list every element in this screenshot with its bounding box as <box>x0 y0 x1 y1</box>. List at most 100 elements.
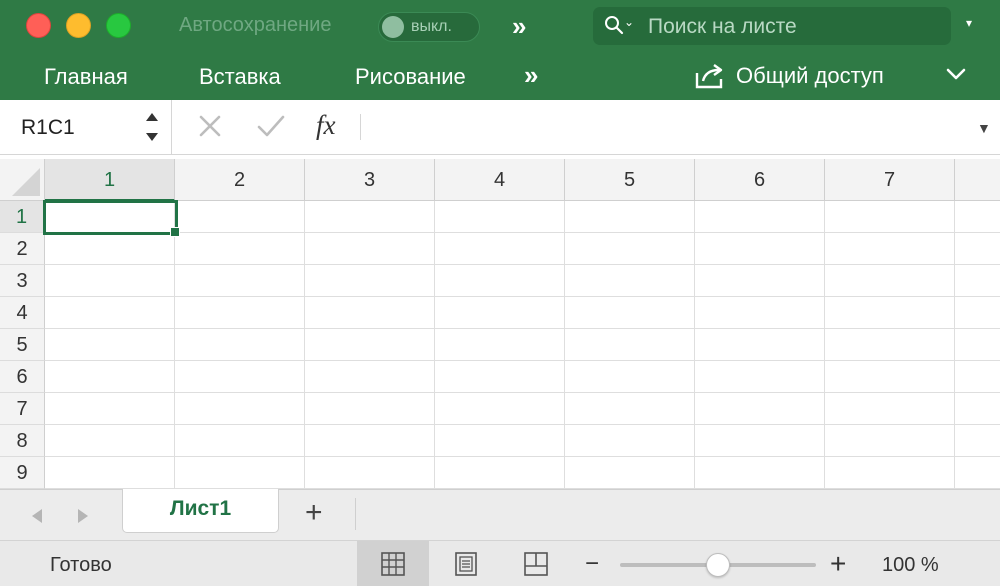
grid-cell[interactable] <box>175 265 305 297</box>
column-header[interactable]: 5 <box>565 159 695 201</box>
page-layout-view-button[interactable] <box>430 541 502 586</box>
grid-cell[interactable] <box>565 297 695 329</box>
grid-cell[interactable] <box>695 233 825 265</box>
grid-cell[interactable] <box>955 265 1000 297</box>
row-header[interactable]: 5 <box>0 329 45 361</box>
more-commands-button[interactable]: » <box>512 11 527 42</box>
grid-cell[interactable] <box>955 233 1000 265</box>
grid-cell[interactable] <box>175 425 305 457</box>
row-header[interactable]: 3 <box>0 265 45 297</box>
grid-cell[interactable] <box>435 297 565 329</box>
formula-input[interactable] <box>372 108 962 146</box>
grid-cell[interactable] <box>695 329 825 361</box>
search-input[interactable]: Поиск на листе <box>648 15 797 39</box>
grid-cell[interactable] <box>305 297 435 329</box>
more-tabs-button[interactable]: » <box>524 60 539 91</box>
row-header[interactable]: 4 <box>0 297 45 329</box>
sheet-search[interactable]: ⌄ Поиск на листе <box>593 7 951 45</box>
grid-cell[interactable] <box>825 361 955 393</box>
grid-cell[interactable] <box>955 297 1000 329</box>
cancel-icon[interactable] <box>197 113 223 139</box>
row-header[interactable]: 1 <box>0 201 45 233</box>
grid-cell[interactable] <box>305 393 435 425</box>
grid-cell[interactable] <box>305 361 435 393</box>
grid-cell[interactable] <box>305 425 435 457</box>
grid-cell[interactable] <box>435 393 565 425</box>
grid-cell[interactable] <box>45 297 175 329</box>
tab-draw[interactable]: Рисование <box>355 64 466 90</box>
grid-cell[interactable] <box>825 265 955 297</box>
ribbon-collapse-icon[interactable]: ▾ <box>966 16 972 30</box>
grid-cell[interactable] <box>825 457 955 489</box>
row-header[interactable]: 2 <box>0 233 45 265</box>
grid-cell[interactable] <box>175 233 305 265</box>
grid-cell[interactable] <box>45 233 175 265</box>
tab-home[interactable]: Главная <box>44 64 128 90</box>
grid-cell[interactable] <box>695 425 825 457</box>
zoom-out-button[interactable]: − <box>585 552 599 576</box>
chevron-down-icon[interactable]: ⌄ <box>624 15 634 29</box>
column-header[interactable]: 1 <box>45 159 175 201</box>
grid-cell[interactable] <box>175 297 305 329</box>
grid-cell[interactable] <box>695 201 825 233</box>
grid-cell[interactable] <box>565 457 695 489</box>
close-window-button[interactable] <box>26 13 51 38</box>
grid-cell[interactable] <box>565 233 695 265</box>
autosave-toggle[interactable]: выкл. <box>378 12 480 42</box>
tab-insert[interactable]: Вставка <box>199 64 281 90</box>
name-box[interactable]: R1C1 <box>0 100 172 155</box>
grid-cell[interactable] <box>175 393 305 425</box>
normal-view-button[interactable] <box>357 541 429 586</box>
grid-cell[interactable] <box>565 425 695 457</box>
column-header[interactable]: 2 <box>175 159 305 201</box>
zoom-level[interactable]: 100 % <box>882 554 939 577</box>
grid-cell[interactable] <box>435 265 565 297</box>
grid-cell[interactable] <box>695 297 825 329</box>
previous-sheet-icon[interactable] <box>30 508 44 524</box>
minimize-window-button[interactable] <box>66 13 91 38</box>
select-all-button[interactable] <box>0 159 45 201</box>
grid-cell[interactable] <box>695 265 825 297</box>
grid-cell[interactable] <box>435 201 565 233</box>
grid-cell[interactable] <box>435 329 565 361</box>
expand-formula-bar-icon[interactable]: ▼ <box>977 120 991 136</box>
sheet-tab-active[interactable]: Лист1 <box>122 489 279 533</box>
row-header[interactable]: 6 <box>0 361 45 393</box>
column-header[interactable]: 3 <box>305 159 435 201</box>
grid-cell[interactable] <box>45 361 175 393</box>
grid-cell[interactable] <box>825 297 955 329</box>
grid-cell[interactable] <box>565 201 695 233</box>
grid-cell[interactable] <box>305 329 435 361</box>
column-header[interactable]: 7 <box>825 159 955 201</box>
grid-cell[interactable] <box>305 201 435 233</box>
insert-function-button[interactable]: fx <box>316 110 336 141</box>
grid-cell[interactable] <box>565 265 695 297</box>
column-header[interactable] <box>955 159 1000 201</box>
grid-cell[interactable] <box>565 361 695 393</box>
row-header[interactable]: 9 <box>0 457 45 489</box>
zoom-slider-thumb[interactable] <box>706 553 730 577</box>
fill-handle[interactable] <box>170 227 180 237</box>
add-sheet-button[interactable]: + <box>305 498 323 528</box>
grid-cell[interactable] <box>695 457 825 489</box>
grid-cell[interactable] <box>45 457 175 489</box>
grid-cell[interactable] <box>825 233 955 265</box>
row-header[interactable]: 7 <box>0 393 45 425</box>
grid-cell[interactable] <box>825 425 955 457</box>
column-header[interactable]: 4 <box>435 159 565 201</box>
grid-cell[interactable] <box>825 393 955 425</box>
grid-cell[interactable] <box>825 201 955 233</box>
grid-cell[interactable] <box>175 201 305 233</box>
grid-cell[interactable] <box>435 233 565 265</box>
grid-cell[interactable] <box>435 457 565 489</box>
name-box-dropdown-icon[interactable] <box>143 105 161 149</box>
grid-cell[interactable] <box>955 393 1000 425</box>
grid-cell[interactable] <box>305 457 435 489</box>
grid-cell[interactable] <box>175 457 305 489</box>
grid-cell[interactable] <box>45 265 175 297</box>
grid-cell[interactable] <box>435 361 565 393</box>
enter-check-icon[interactable] <box>256 113 286 139</box>
grid-cell[interactable] <box>955 361 1000 393</box>
grid-cell[interactable] <box>695 393 825 425</box>
grid-cell[interactable] <box>955 457 1000 489</box>
